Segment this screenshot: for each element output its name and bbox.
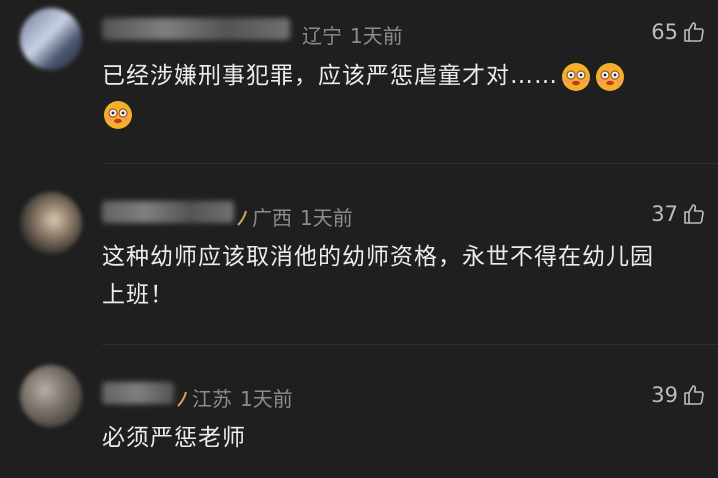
comment-meta: 江苏 1天前 (176, 383, 293, 412)
like-count: 37 (651, 202, 678, 226)
like-button[interactable]: 65 (651, 20, 706, 44)
comment-3: 江苏 1天前 39 必须严惩老师 (0, 345, 718, 478)
badge-icon (237, 210, 247, 226)
comment-text: 已经涉嫌刑事犯罪，应该严惩虐童才对…… (102, 57, 702, 133)
username-blurred[interactable] (102, 201, 234, 223)
avatar[interactable] (20, 192, 82, 254)
face-emoji-icon (104, 100, 132, 129)
like-count: 39 (651, 383, 678, 407)
like-count: 65 (651, 20, 678, 44)
like-button[interactable]: 37 (651, 202, 706, 226)
like-button[interactable]: 39 (651, 383, 706, 407)
username-blurred[interactable] (102, 18, 290, 40)
time-label: 1天前 (240, 387, 293, 411)
thumbs-up-icon (684, 204, 704, 224)
comment-meta: 广西 1天前 (236, 202, 353, 231)
badge-icon (177, 391, 187, 407)
region-label: 江苏 (192, 387, 232, 411)
time-label: 1天前 (300, 206, 353, 230)
avatar[interactable] (20, 365, 82, 427)
avatar[interactable] (20, 8, 82, 70)
region-label: 辽宁 (302, 24, 342, 48)
face-emoji-icon (562, 62, 590, 91)
region-label: 广西 (252, 206, 292, 230)
username-blurred[interactable] (102, 382, 174, 404)
time-label: 1天前 (350, 24, 403, 48)
comment-body: 已经涉嫌刑事犯罪，应该严惩虐童才对…… (102, 63, 558, 89)
comment-text: 这种幼师应该取消他的幼师资格，永世不得在幼儿园上班！ (102, 238, 662, 314)
thumbs-up-icon (684, 22, 704, 42)
face-emoji-icon (596, 62, 624, 91)
comment-body: 必须严惩老师 (102, 425, 246, 451)
comment-text: 必须严惩老师 (102, 419, 702, 457)
comment-2: 广西 1天前 37 这种幼师应该取消他的幼师资格，永世不得在幼儿园上班！ (0, 164, 718, 344)
comment-1: 辽宁 1天前 65 已经涉嫌刑事犯罪，应该严惩虐童才对…… (0, 0, 718, 162)
thumbs-up-icon (684, 385, 704, 405)
comment-body: 这种幼师应该取消他的幼师资格，永世不得在幼儿园上班！ (102, 244, 654, 308)
comment-meta: 辽宁 1天前 (302, 20, 403, 49)
